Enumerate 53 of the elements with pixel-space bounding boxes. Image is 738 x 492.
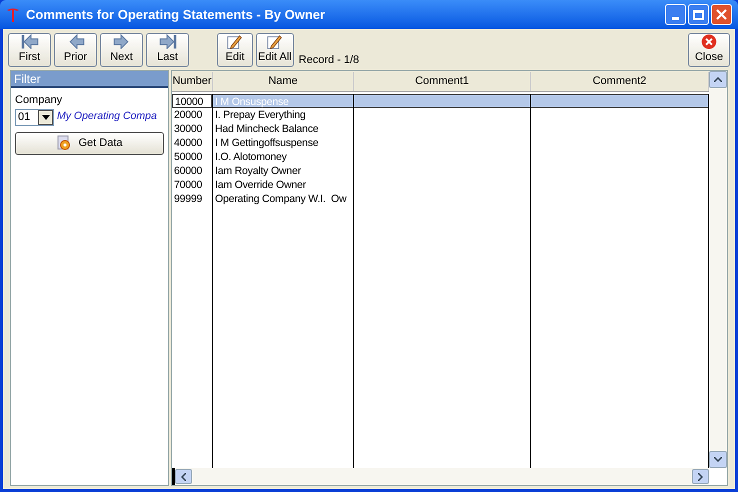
pencil-icon (226, 34, 244, 49)
close-toolbar-button[interactable]: Close (688, 32, 730, 66)
table-cell-text: Had Mincheck Balance (214, 122, 320, 136)
table-cell: I M Onsuspense (213, 94, 353, 108)
close-icon (701, 34, 717, 49)
table-cell-text: 70000 (173, 178, 204, 192)
filter-header: Filter (11, 71, 168, 88)
close-icon (716, 9, 727, 20)
vertical-scrollbar[interactable] (709, 71, 727, 468)
table-cell-text: 30000 (173, 122, 204, 136)
edit-button[interactable]: Edit All (256, 32, 294, 66)
table-cell-text: I.O. Alotomoney (214, 150, 288, 164)
right-arrow-icon (112, 34, 130, 49)
get-data-button[interactable]: Get Data (15, 132, 164, 154)
scroll-down-icon[interactable] (709, 451, 727, 468)
edit-button[interactable]: Edit (217, 32, 253, 66)
nav-button[interactable]: Next (100, 32, 143, 66)
left-arrow-icon (20, 34, 38, 49)
column-header[interactable]: Number (172, 72, 213, 91)
left-arrow-icon (66, 34, 84, 49)
gear-icon (56, 135, 72, 151)
company-label: Company (15, 93, 64, 108)
scroll-left-icon[interactable] (175, 469, 192, 484)
window-title: Comments for Operating Statements - By Owner (26, 6, 326, 24)
horizontal-scrollbar[interactable] (172, 468, 709, 485)
minimize-button[interactable] (665, 4, 686, 25)
table-cell-text: I. Prepay Everything (214, 108, 307, 122)
table-cell-text: I M Gettingoffsuspense (214, 136, 320, 150)
table-cell-text: 50000 (173, 150, 204, 164)
column-header[interactable]: Comment1 (354, 72, 531, 91)
dropdown-icon (38, 110, 53, 124)
table-cell: 10000 (172, 94, 212, 108)
right-arrow-icon (158, 34, 176, 49)
nav-button[interactable]: Prior (54, 32, 97, 66)
table-cell-text: 20000 (173, 108, 204, 122)
company-code-field[interactable]: 01 (15, 108, 54, 126)
table-cell-text: Iam Override Owner (214, 178, 307, 192)
table-cell-text: Operating Company W.I. Ow (214, 192, 348, 206)
scroll-right-icon[interactable] (692, 469, 709, 484)
nav-button[interactable]: First (8, 32, 51, 66)
app-logo-icon (6, 6, 20, 22)
pencil-icon (266, 34, 284, 49)
table-cell-text: 60000 (173, 164, 204, 178)
maximize-button[interactable] (688, 4, 709, 25)
column-header[interactable]: Name (213, 72, 354, 91)
table-cell-text: 40000 (173, 136, 204, 150)
nav-button[interactable]: Last (146, 32, 189, 66)
record-counter: Record - 1/8 (298, 52, 360, 68)
table-cell-text: Iam Royalty Owner (214, 164, 302, 178)
close-button[interactable] (711, 4, 732, 25)
table-cell-text: 99999 (173, 192, 204, 206)
scroll-up-icon[interactable] (709, 71, 727, 88)
company-name: My Operating Compa (57, 109, 157, 124)
